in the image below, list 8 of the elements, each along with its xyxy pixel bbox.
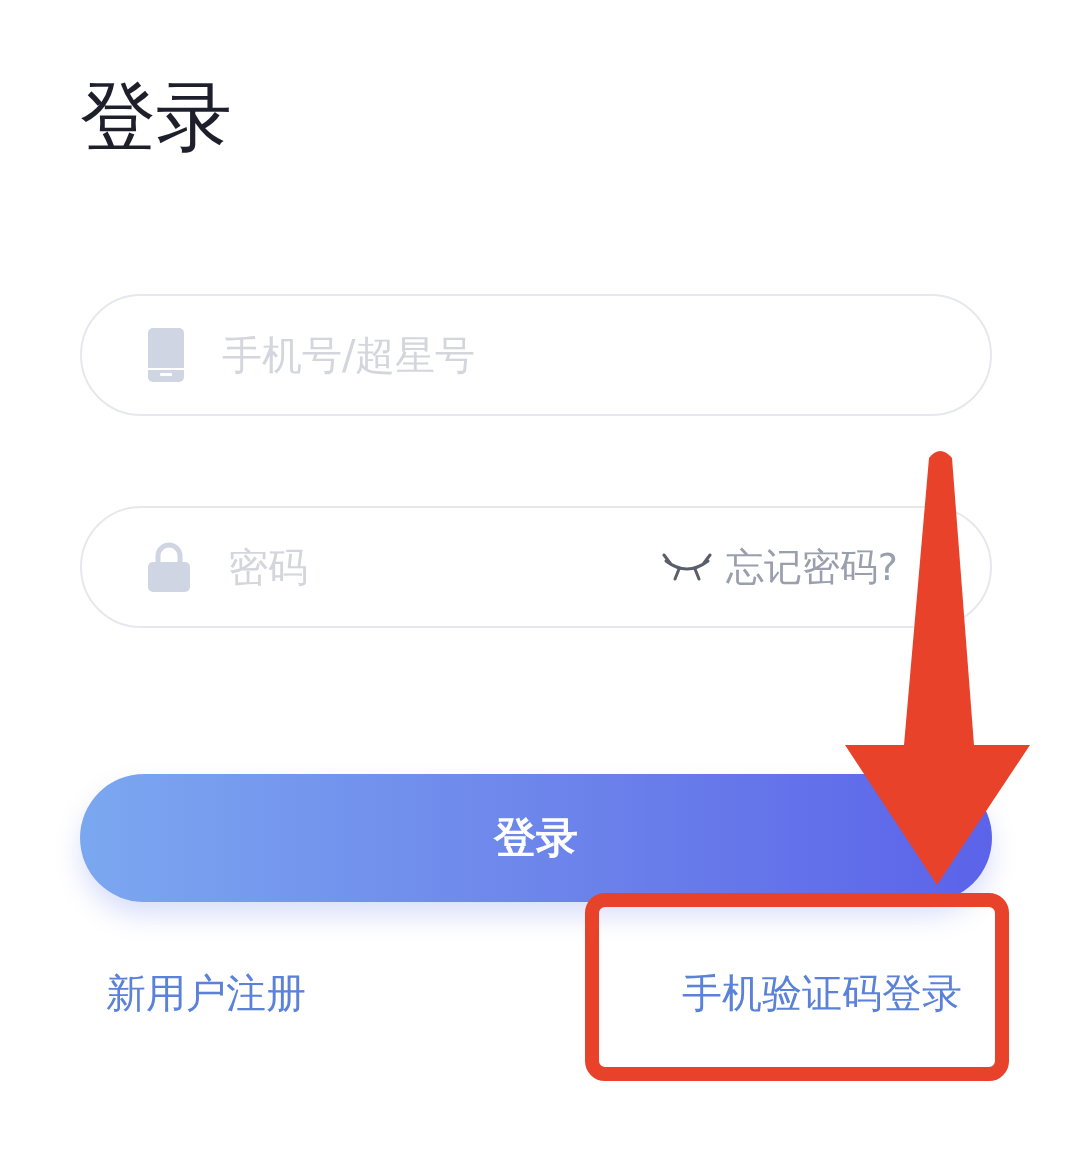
closed-eye-icon[interactable] bbox=[661, 553, 712, 581]
text-link[interactable]: 新用户注册 bbox=[106, 966, 306, 1021]
phone-icon bbox=[148, 328, 184, 382]
login-button[interactable]: 登录 bbox=[80, 774, 992, 902]
page-title: 登录 bbox=[80, 72, 233, 162]
text-link[interactable]: 手机验证码登录 bbox=[682, 966, 962, 1021]
forgot-password-link[interactable]: 忘记密码? bbox=[725, 541, 898, 593]
lock-icon bbox=[148, 542, 190, 592]
